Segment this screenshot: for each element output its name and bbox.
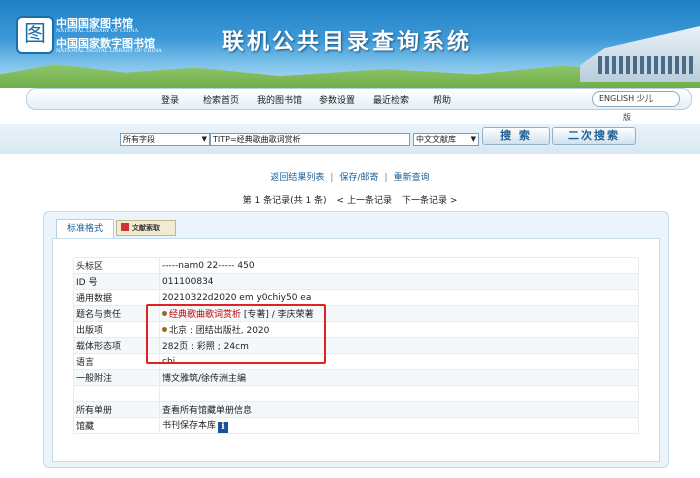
nav-my-library[interactable]: 我的图书馆 — [257, 93, 302, 106]
nav-login[interactable]: 登录 — [161, 93, 179, 106]
all-holdings-link[interactable]: 查看所有馆藏单册信息 — [162, 406, 252, 416]
search-button[interactable]: 搜 索 — [482, 127, 550, 145]
table-row: 语言 chi — [73, 353, 639, 370]
title-responsibility: [专著] / 李庆荣著 — [241, 310, 314, 320]
row-value — [159, 385, 639, 402]
link-separator: | — [330, 173, 334, 183]
library-logo-icon: 图 — [16, 16, 54, 54]
row-label: 所有单册 — [73, 401, 160, 418]
record-table: 头标区 -----nam0 22----- 450 ID 号 011100834… — [73, 257, 639, 434]
system-title: 联机公共目录查询系统 — [222, 29, 473, 55]
row-label: ID 号 — [73, 273, 160, 290]
row-value: 书刊保存本库 i — [159, 417, 639, 434]
table-row: 所有单册 查看所有馆藏单册信息 — [73, 401, 639, 418]
logo-line2-en: NATIONAL DIGITAL LIBRARY OF CHINA — [56, 48, 162, 54]
next-record-link[interactable]: 下一条记录 > — [402, 196, 457, 206]
title-link[interactable]: 经典歌曲歌词赏析 — [169, 310, 241, 320]
row-label: 载体形态项 — [73, 337, 160, 354]
action-links: 返回结果列表 | 保存/邮寄 | 重新查询 — [0, 170, 700, 183]
row-label: 题名与责任 — [73, 305, 160, 322]
document-icon — [121, 223, 129, 231]
record-count: 第 1 条记录(共 1 条) — [242, 196, 327, 206]
row-label: 通用数据 — [73, 289, 160, 306]
row-label: 馆藏 — [73, 417, 160, 434]
nav-recent-searches[interactable]: 最近检索 — [373, 93, 409, 106]
info-icon[interactable]: i — [218, 422, 229, 433]
database-select-value: 中文文献库 — [416, 135, 456, 144]
link-separator: | — [384, 173, 388, 183]
tab-standard-format[interactable]: 标准格式 — [56, 219, 114, 238]
holding-location: 书刊保存本库 — [162, 421, 217, 431]
record-pager: 第 1 条记录(共 1 条) < 上一条记录 下一条记录 > — [0, 193, 700, 206]
row-value: -----nam0 22----- 450 — [159, 257, 639, 274]
back-to-results-link[interactable]: 返回结果列表 — [270, 173, 324, 183]
table-row: 通用数据 20210322d2020 em y0chiy50 ea — [73, 289, 639, 306]
requery-link[interactable]: 重新查询 — [394, 173, 430, 183]
row-value: 经典歌曲歌词赏析 [专著] / 李庆荣著 — [159, 305, 639, 322]
table-row: 题名与责任 经典歌曲歌词赏析 [专著] / 李庆荣著 — [73, 305, 639, 322]
table-row: 馆藏 书刊保存本库 i — [73, 417, 639, 434]
row-value: chi — [159, 353, 639, 370]
table-row: 一般附注 博文雅筑/徐传洲主编 — [73, 369, 639, 386]
table-row: 头标区 -----nam0 22----- 450 — [73, 257, 639, 274]
bullet-icon — [162, 327, 167, 332]
language-switch-suffix: 版 — [623, 113, 631, 122]
field-select-value: 所有字段 — [123, 135, 155, 144]
nav-search-home[interactable]: 检索首页 — [203, 93, 239, 106]
language-switch[interactable]: ENGLISH 少儿 — [592, 91, 680, 107]
dropdown-arrow-icon: ▼ — [201, 135, 207, 143]
logo-line1-en: NATIONAL LIBRARY OF CHINA — [56, 28, 139, 34]
field-select[interactable]: 所有字段 ▼ — [120, 133, 210, 146]
tab-document-request[interactable]: 文献索取 — [116, 220, 176, 236]
table-row — [73, 385, 639, 402]
row-value: 博文雅筑/徐传洲主编 — [159, 369, 639, 386]
save-mail-link[interactable]: 保存/邮寄 — [339, 173, 378, 183]
search-input[interactable]: TITP=经典歌曲歌词赏析 — [210, 133, 410, 146]
publisher-link[interactable]: 北京 : 团结出版社, 2020 — [169, 326, 269, 336]
bullet-icon — [162, 311, 167, 316]
banner-building — [580, 26, 700, 82]
database-select[interactable]: 中文文献库 ▼ — [413, 133, 479, 146]
row-value: 20210322d2020 em y0chiy50 ea — [159, 289, 639, 306]
row-value: 查看所有馆藏单册信息 — [159, 401, 639, 418]
table-row: 载体形态项 282页 : 彩照 ; 24cm — [73, 337, 639, 354]
tab-document-request-label: 文献索取 — [132, 224, 160, 232]
prev-record-link[interactable]: < 上一条记录 — [337, 196, 392, 206]
nav-preferences[interactable]: 参数设置 — [319, 93, 355, 106]
row-label: 一般附注 — [73, 369, 160, 386]
row-label: 头标区 — [73, 257, 160, 274]
row-value: 011100834 — [159, 273, 639, 290]
row-label: 出版项 — [73, 321, 160, 338]
row-label — [73, 385, 160, 402]
row-value: 北京 : 团结出版社, 2020 — [159, 321, 639, 338]
table-row: 出版项 北京 : 团结出版社, 2020 — [73, 321, 639, 338]
dropdown-arrow-icon: ▼ — [470, 135, 476, 143]
secondary-search-button[interactable]: 二次搜索 — [552, 127, 636, 145]
row-label: 语言 — [73, 353, 160, 370]
nav-help[interactable]: 帮助 — [433, 93, 451, 106]
table-row: ID 号 011100834 — [73, 273, 639, 290]
row-value: 282页 : 彩照 ; 24cm — [159, 337, 639, 354]
